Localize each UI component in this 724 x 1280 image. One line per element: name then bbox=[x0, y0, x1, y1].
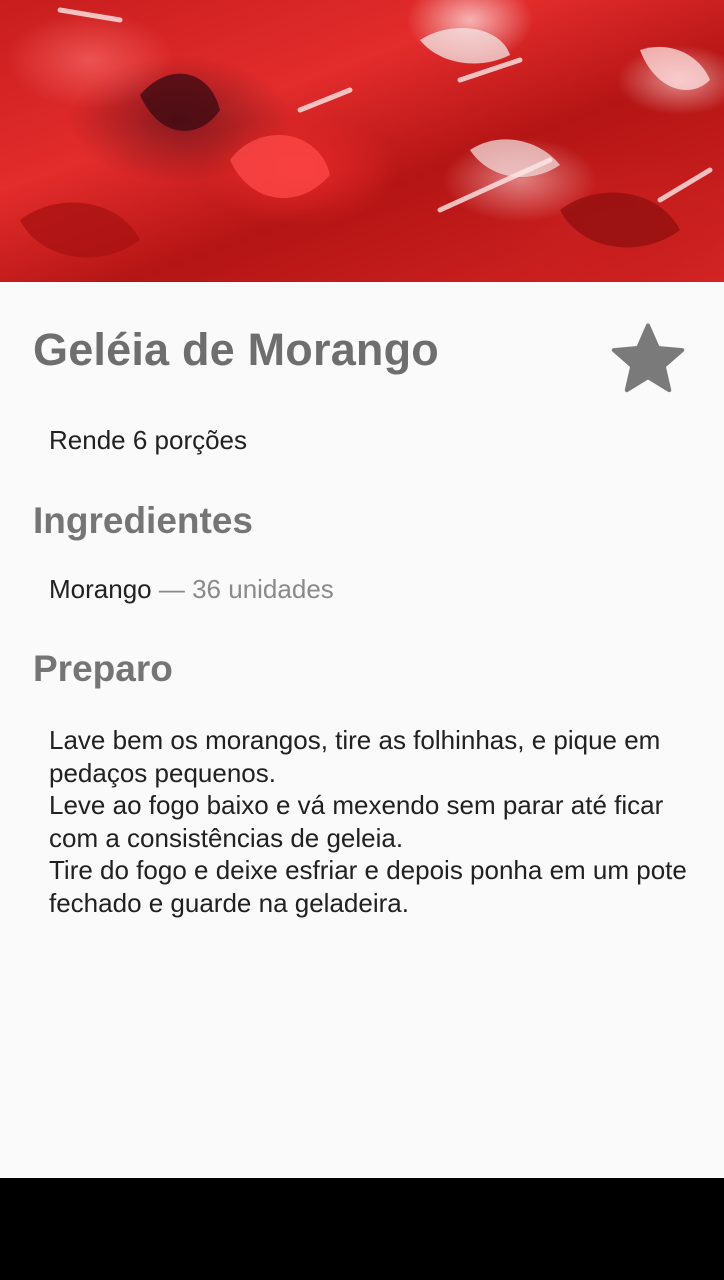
preparation-step: Tire do fogo e deixe esfriar e depois po… bbox=[49, 855, 687, 918]
system-navigation-bar bbox=[0, 1178, 724, 1280]
ingredient-separator: — bbox=[158, 574, 185, 604]
recipe-title: Geléia de Morango bbox=[33, 324, 439, 375]
ingredients-heading: Ingredientes bbox=[33, 500, 253, 541]
preparation-step: Leve ao fogo baixo e vá mexendo sem para… bbox=[49, 790, 664, 853]
jam-photo-texture bbox=[20, 7, 713, 258]
recipe-header: Geléia de Morango bbox=[33, 318, 693, 400]
star-icon bbox=[611, 323, 685, 393]
recipe-yield: Rende 6 porções bbox=[49, 425, 248, 455]
preparation-steps: Lave bem os morangos, tire as folhinhas,… bbox=[49, 724, 689, 919]
ingredient-item: Morango — 36 unidades bbox=[49, 574, 334, 605]
preparation-heading: Preparo bbox=[33, 648, 173, 689]
ingredients-list: Morango — 36 unidades bbox=[49, 574, 334, 605]
favorite-button[interactable] bbox=[607, 318, 689, 400]
ingredient-name: Morango bbox=[49, 574, 152, 604]
preparation-step: Lave bem os morangos, tire as folhinhas,… bbox=[49, 725, 661, 788]
recipe-photo bbox=[0, 0, 724, 282]
recipe-detail-screen: Geléia de Morango Rende 6 porções Ingred… bbox=[0, 0, 724, 1280]
ingredient-quantity: 36 unidades bbox=[192, 574, 334, 604]
